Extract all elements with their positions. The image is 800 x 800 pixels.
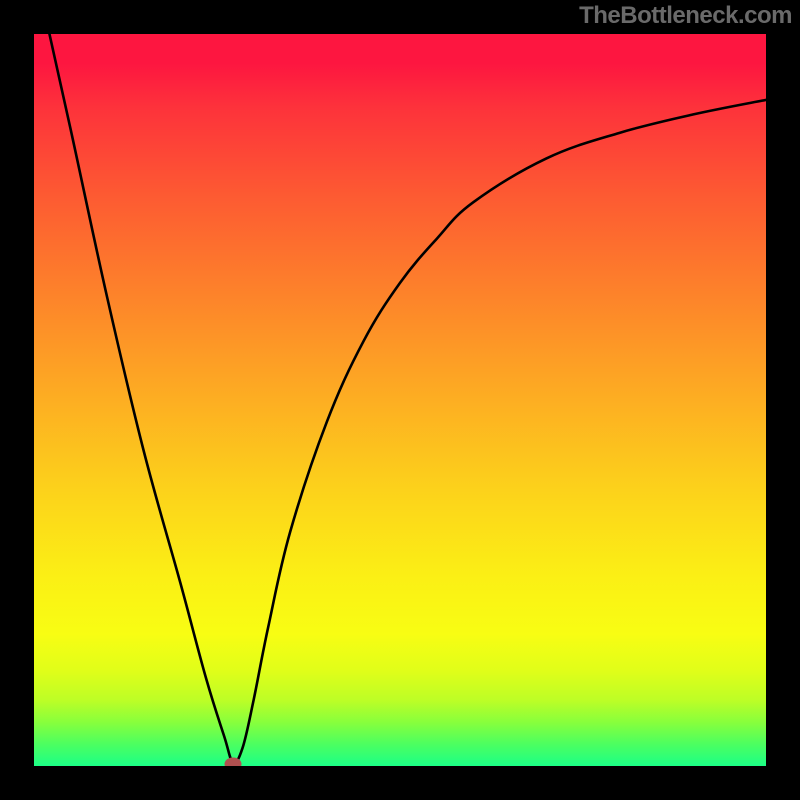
chart-frame: TheBottleneck.com <box>0 0 800 800</box>
curve-svg <box>34 34 766 766</box>
bottleneck-curve <box>41 34 766 763</box>
watermark-text: TheBottleneck.com <box>579 2 792 30</box>
optimal-point-marker <box>225 757 242 766</box>
plot-area <box>34 34 766 766</box>
